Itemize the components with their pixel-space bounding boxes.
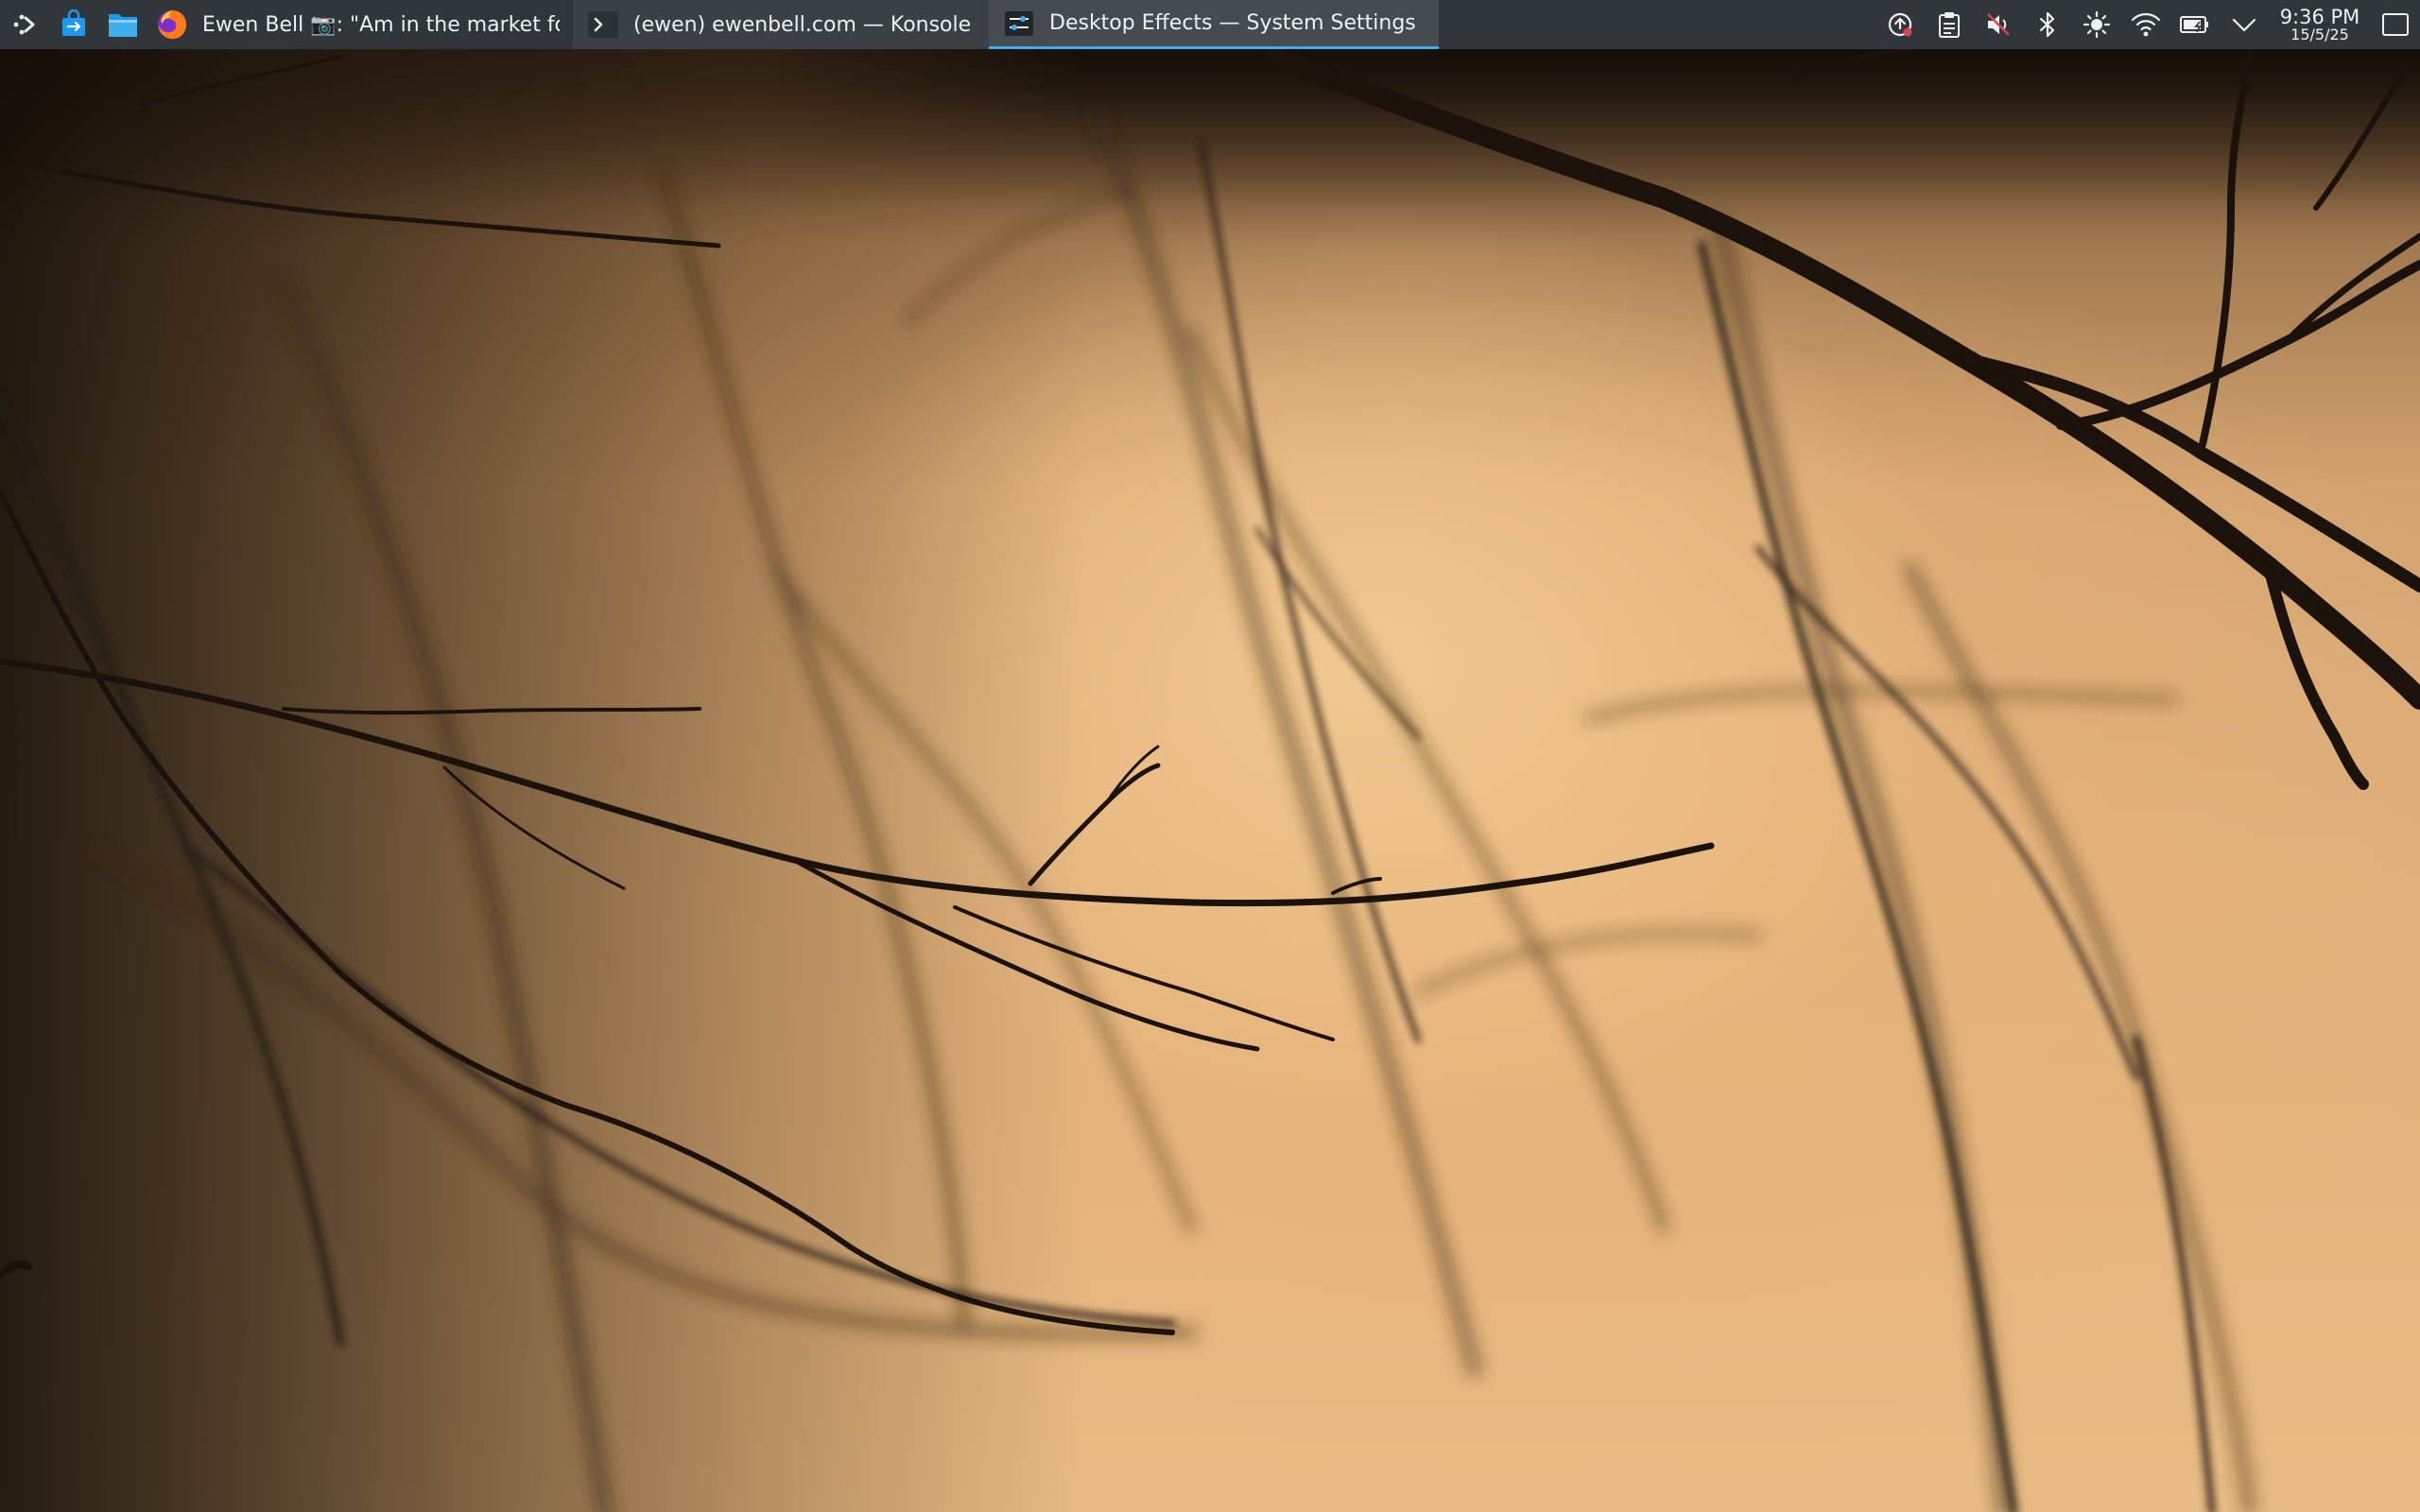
wifi-icon[interactable] [2121, 0, 2170, 49]
update-notifier-icon[interactable] [1876, 0, 1925, 49]
task-system-settings-label: Desktop Effects — System Settings [1049, 11, 1416, 35]
clipboard-icon[interactable] [1925, 0, 1974, 49]
task-firefox[interactable]: Ewen Bell 📷: "Am in the market for a bil… [147, 0, 573, 49]
konsole-icon [588, 11, 618, 38]
volume-muted-icon[interactable] [1974, 0, 2023, 49]
bluetooth-icon[interactable] [2023, 0, 2072, 49]
clock-date: 15/5/25 [2290, 25, 2349, 43]
show-desktop-icon[interactable] [2371, 0, 2420, 49]
clock-time: 9:36 PM [2279, 5, 2360, 28]
chevron-down-icon[interactable] [2220, 0, 2269, 49]
desktop[interactable]: Ewen Bell 📷: "Am in the market for a bil… [0, 0, 2420, 1512]
dolphin-file-manager-icon[interactable] [98, 0, 147, 49]
task-firefox-label: Ewen Bell 📷: "Am in the market for a bil… [202, 12, 560, 37]
brightness-icon[interactable] [2072, 0, 2121, 49]
kde-application-menu-icon[interactable] [0, 0, 49, 49]
task-konsole[interactable]: (ewen) ewenbell.com — Konsole [573, 0, 989, 49]
taskbar-panel: Ewen Bell 📷: "Am in the market for a bil… [0, 0, 2420, 49]
battery-charging-icon[interactable] [2170, 0, 2220, 49]
task-konsole-label: (ewen) ewenbell.com — Konsole [633, 12, 972, 37]
firefox-icon [158, 10, 187, 40]
wallpaper-branches [0, 35, 2420, 1512]
system-settings-icon [1005, 10, 1033, 36]
task-system-settings[interactable]: Desktop Effects — System Settings [989, 0, 1439, 49]
discover-store-icon[interactable] [49, 0, 98, 49]
digital-clock[interactable]: 9:36 PM 15/5/25 [2273, 0, 2367, 49]
system-tray: 9:36 PM 15/5/25 [1876, 0, 2420, 49]
